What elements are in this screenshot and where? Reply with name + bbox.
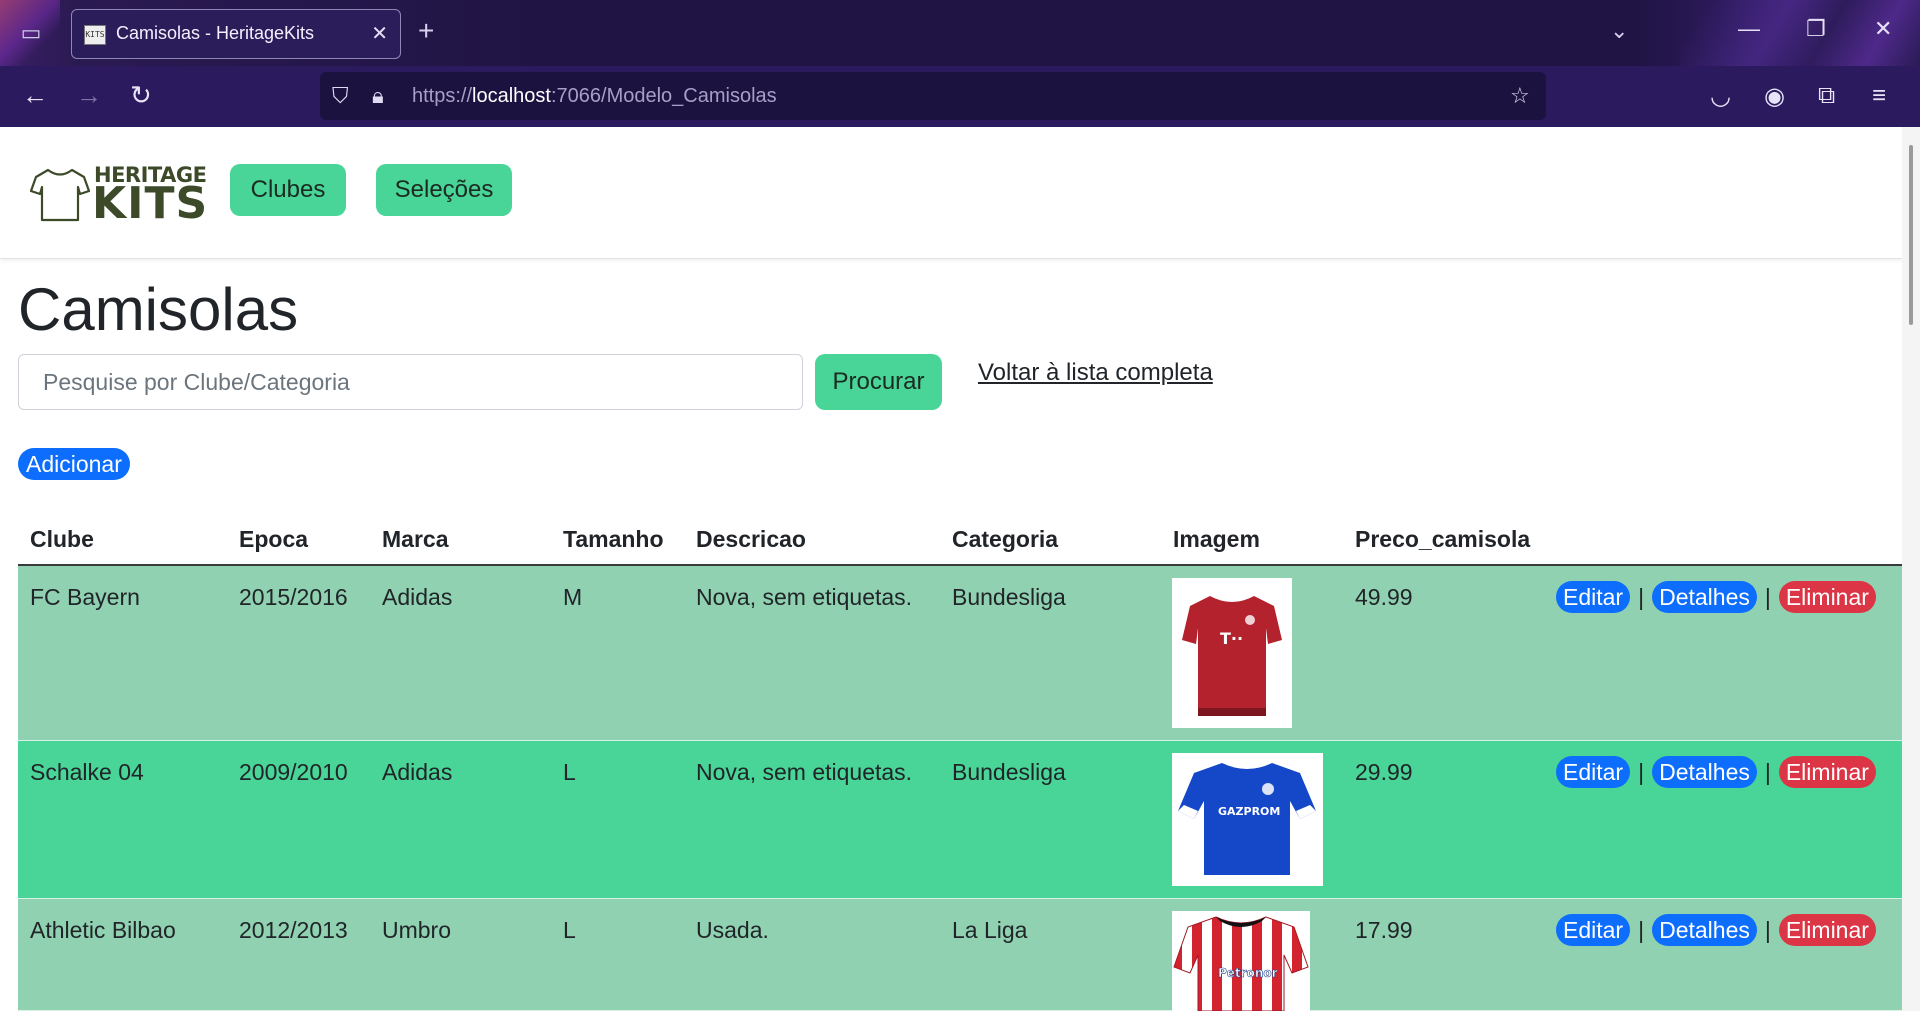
lock-icon[interactable]: 🔒︎ [372,83,384,109]
browser-nav-bar: ← → ↻ ⛉ 🔒︎ https://localhost:7066/Modelo… [0,66,1920,127]
separator: | [1638,917,1645,943]
cell-marca: Umbro [382,917,452,943]
tab-title: Camisolas - HeritageKits [116,23,315,43]
address-bar[interactable]: ⛉ 🔒︎ https://localhost:7066/Modelo_Camis… [320,72,1546,120]
shirt-logo-icon [30,168,90,222]
account-icon[interactable]: ◉ [1764,82,1785,111]
separator: | [1638,584,1645,610]
column-header-clube: Clube [30,526,94,552]
separator: | [1764,917,1771,943]
logo-kits-text: KITS [92,178,209,229]
details-button[interactable]: Detalhes [1652,581,1757,613]
edit-button[interactable]: Editar [1556,581,1631,613]
scrollbar-thumb[interactable] [1909,145,1913,325]
browser-tab-active[interactable]: KITS Camisolas - HeritageKits ✕ [71,9,401,59]
bookmark-star-icon[interactable]: ☆ [1510,83,1530,109]
column-header-marca: Marca [382,526,449,552]
separator: | [1638,759,1645,785]
cell-preco: 29.99 [1355,759,1413,785]
new-tab-icon[interactable]: + [418,16,434,46]
browser-tab-bar: ▭ KITS Camisolas - HeritageKits ✕ + ⌄ — … [0,0,1920,66]
svg-text:Petronor: Petronor [1218,966,1278,980]
close-tab-icon[interactable]: ✕ [371,21,388,46]
edit-button[interactable]: Editar [1556,756,1631,788]
delete-button[interactable]: Eliminar [1778,914,1876,946]
menu-icon[interactable]: ≡ [1872,82,1886,110]
add-button[interactable]: Adicionar [18,448,130,480]
restore-icon[interactable]: ❐ [1806,16,1826,42]
table-row: Athletic Bilbao 2012/2013 Umbro L Usada.… [18,899,1902,1011]
separator: | [1764,584,1771,610]
table-header: Clube Epoca Marca Tamanho Descricao Cate… [18,512,1902,566]
column-header-epoca: Epoca [239,526,309,552]
search-button[interactable]: Procurar [815,354,942,410]
cell-descricao: Nova, sem etiquetas. [696,759,913,785]
row-actions: Editar | Detalhes | Eliminar [1556,914,1876,946]
delete-button[interactable]: Eliminar [1778,756,1876,788]
cell-descricao: Usada. [696,917,769,943]
cell-categoria: Bundesliga [952,759,1066,785]
cell-epoca: 2012/2013 [239,917,348,943]
nav-selecoes-button[interactable]: Seleções [376,164,512,216]
delete-button[interactable]: Eliminar [1778,581,1876,613]
column-header-tamanho: Tamanho [563,526,664,552]
cell-descricao: Nova, sem etiquetas. [696,584,913,610]
camisolas-table: Clube Epoca Marca Tamanho Descricao Cate… [18,512,1902,1011]
back-to-list-link[interactable]: Voltar à lista completa [978,359,1213,387]
cell-epoca: 2009/2010 [239,759,348,785]
table-row: FC Bayern 2015/2016 Adidas M Nova, sem e… [18,566,1902,741]
row-actions: Editar | Detalhes | Eliminar [1556,756,1876,788]
cell-epoca: 2015/2016 [239,584,348,610]
shield-icon[interactable]: ⛉ [332,83,349,109]
edit-button[interactable]: Editar [1556,914,1631,946]
row-actions: Editar | Detalhes | Eliminar [1556,581,1876,613]
heritagekits-logo[interactable]: HERITAGE KITS [30,163,207,227]
svg-text:GAZPROM: GAZPROM [1218,805,1280,818]
cell-clube: FC Bayern [30,584,140,610]
extensions-icon[interactable]: ⧉ [1818,82,1835,110]
back-arrow-icon[interactable]: ← [22,80,48,110]
tab-list-icon[interactable]: ▭ [14,18,48,48]
table-row: Schalke 04 2009/2010 Adidas L Nova, sem … [18,741,1902,899]
forward-arrow-icon[interactable]: → [76,80,102,110]
details-button[interactable]: Detalhes [1652,914,1757,946]
page-title: Camisolas [18,276,299,343]
site-header: HERITAGE KITS Clubes Seleções [0,127,1902,259]
cell-categoria: Bundesliga [952,584,1066,610]
details-button[interactable]: Detalhes [1652,756,1757,788]
bilbao-shirt-image: Petronor [1172,911,1310,1011]
nav-clubes-button[interactable]: Clubes [230,164,346,216]
bayern-shirt-image: T·· [1172,578,1292,728]
reload-icon[interactable]: ↻ [130,80,152,110]
column-header-categoria: Categoria [952,526,1059,552]
column-header-preco: Preco_camisola [1355,526,1531,552]
favicon-icon: KITS [84,25,106,45]
pocket-icon[interactable]: ◡ [1710,82,1731,111]
page-content: HERITAGE KITS Clubes Seleções Camisolas … [0,127,1920,1011]
chevron-down-icon[interactable]: ⌄ [1610,18,1628,44]
column-header-imagem: Imagem [1173,526,1260,552]
page-scrollbar[interactable] [1902,127,1920,1011]
minimize-icon[interactable]: — [1738,16,1760,42]
svg-text:T··: T·· [1220,629,1243,648]
cell-tamanho: L [563,917,576,943]
cell-marca: Adidas [382,584,453,610]
column-header-descricao: Descricao [696,526,806,552]
cell-preco: 49.99 [1355,584,1413,610]
close-window-icon[interactable]: ✕ [1874,16,1892,42]
cell-tamanho: L [563,759,576,785]
cell-preco: 17.99 [1355,917,1413,943]
url-text[interactable]: https://localhost:7066/Modelo_Camisolas [412,85,777,108]
search-input[interactable] [18,354,803,410]
cell-categoria: La Liga [952,917,1028,943]
cell-clube: Athletic Bilbao [30,917,176,943]
cell-tamanho: M [563,584,583,610]
schalke-shirt-image: GAZPROM [1172,753,1323,886]
cell-marca: Adidas [382,759,453,785]
cell-clube: Schalke 04 [30,759,144,785]
separator: | [1764,759,1771,785]
